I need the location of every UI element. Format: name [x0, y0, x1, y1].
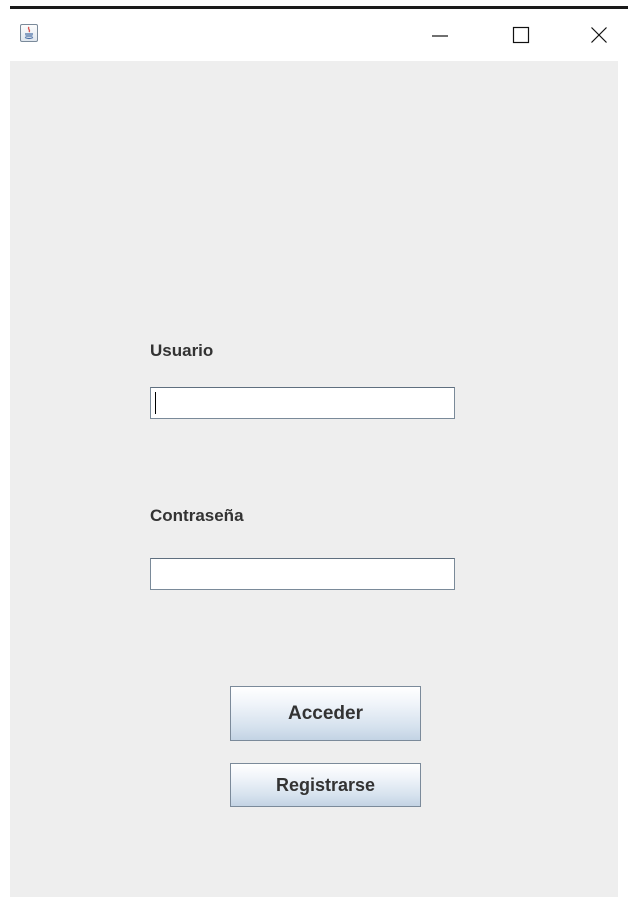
register-button[interactable]: Registrarse — [230, 763, 421, 807]
login-button[interactable]: Acceder — [230, 686, 421, 741]
maximize-icon — [512, 26, 530, 44]
password-label: Contraseña — [150, 506, 244, 525]
password-field[interactable] — [150, 558, 455, 590]
content-panel: Usuario Contraseña Acceder Registrarse — [10, 61, 618, 897]
minimize-icon — [432, 35, 448, 37]
close-button[interactable] — [576, 9, 622, 61]
close-icon — [591, 27, 607, 43]
java-icon[interactable] — [20, 24, 38, 42]
maximize-button[interactable] — [498, 9, 544, 61]
minimize-button[interactable] — [417, 9, 463, 61]
login-button-label: Acceder — [288, 702, 363, 724]
username-label: Usuario — [150, 341, 214, 360]
text-caret — [155, 392, 156, 414]
title-bar[interactable] — [10, 9, 628, 61]
register-button-label: Registrarse — [275, 774, 376, 795]
username-field[interactable] — [150, 387, 455, 419]
login-window: Usuario Contraseña Acceder Registrarse — [0, 0, 628, 897]
